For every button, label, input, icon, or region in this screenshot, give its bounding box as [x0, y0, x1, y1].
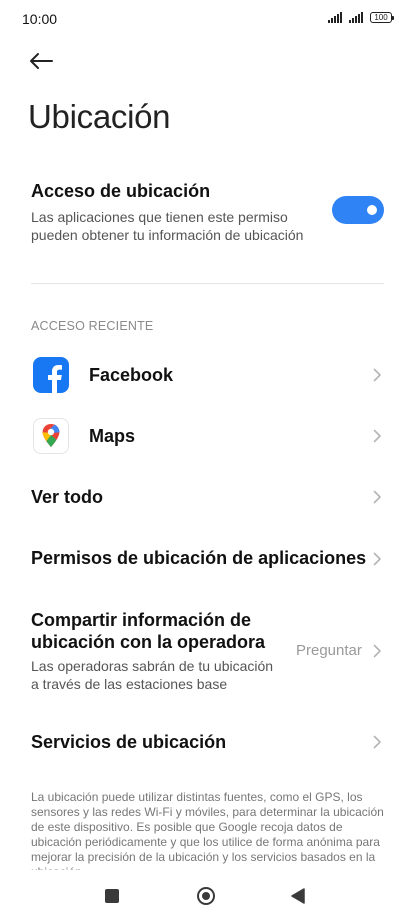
recents-button[interactable]	[105, 889, 119, 903]
carrier-share-title-1: Compartir información de	[31, 610, 252, 630]
location-access-title: Acceso de ubicación	[31, 181, 211, 201]
triangle-back-icon	[291, 888, 305, 904]
chevron-right-icon	[373, 368, 381, 382]
signal-2-icon	[349, 12, 363, 23]
divider	[31, 283, 384, 284]
app-name-maps: Maps	[89, 426, 136, 446]
footnote-text: La ubicación puede utilizar distintas fu…	[31, 790, 384, 879]
battery-icon: 100	[370, 12, 394, 23]
back-button[interactable]	[28, 48, 54, 74]
location-access-desc-1: Las aplicaciones que tienen este permiso	[31, 209, 288, 225]
chevron-right-icon	[373, 735, 381, 749]
carrier-share-desc-1: Las operadoras sabrán de tu ubicación	[31, 658, 274, 674]
location-access-toggle[interactable]	[332, 196, 384, 224]
maps-icon	[33, 418, 69, 454]
carrier-share-title-2: ubicación con la operadora	[31, 632, 266, 652]
chevron-right-icon	[373, 429, 381, 443]
status-icons: 100	[328, 12, 394, 23]
chevron-right-icon	[373, 552, 381, 566]
location-services-label: Servicios de ubicación	[31, 732, 227, 752]
location-access-desc-2: pueden obtener tu información de ubicaci…	[31, 227, 304, 243]
arrow-left-icon	[30, 53, 53, 69]
page-title: Ubicación	[28, 98, 171, 135]
chevron-right-icon	[373, 644, 381, 658]
carrier-share-desc-2: a través de las estaciones base	[31, 676, 228, 692]
facebook-icon	[33, 357, 69, 393]
home-button[interactable]	[196, 886, 216, 906]
status-time: 10:00	[22, 11, 58, 27]
app-name-facebook: Facebook	[89, 365, 174, 385]
app-permissions-label: Permisos de ubicación de aplicaciones	[31, 548, 367, 568]
chevron-right-icon	[373, 490, 381, 504]
see-all-label: Ver todo	[31, 487, 104, 507]
carrier-share-value: Preguntar	[296, 642, 362, 659]
signal-1-icon	[328, 12, 342, 23]
toggle-knob	[367, 205, 377, 215]
recent-access-label: ACCESO RECIENTE	[31, 319, 154, 333]
nav-back-button[interactable]	[290, 887, 306, 905]
home-circle-icon	[197, 887, 215, 905]
